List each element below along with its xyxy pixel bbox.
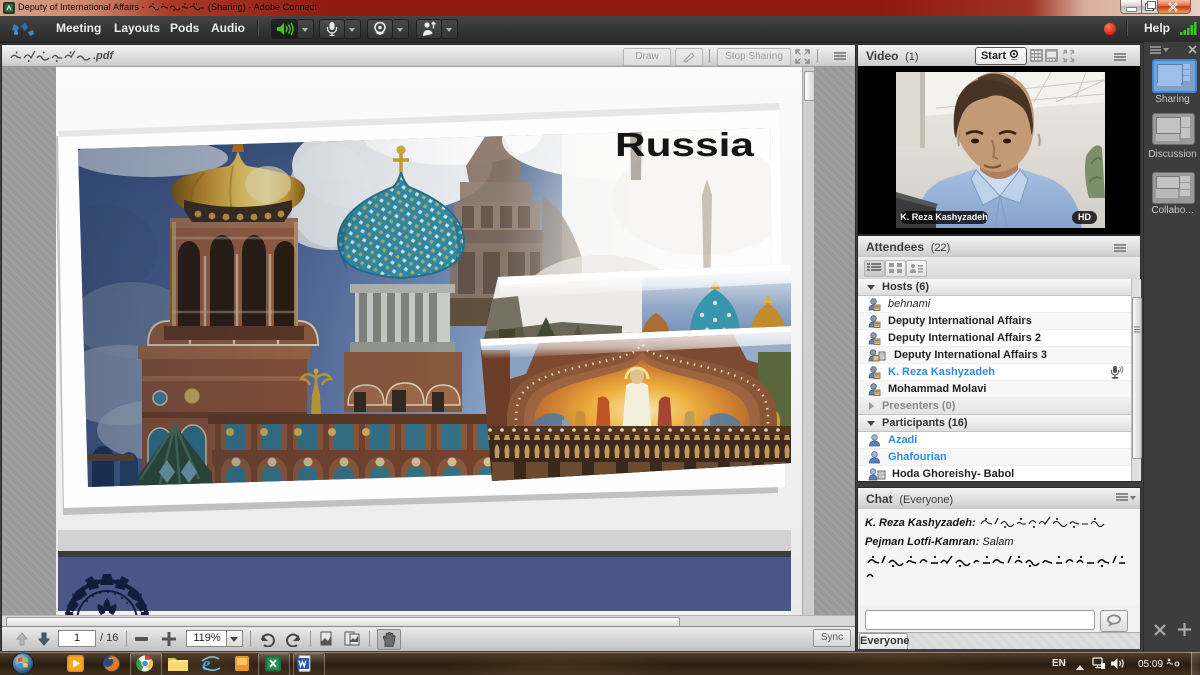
svg-text:Russia: Russia [615,126,755,163]
svg-text:.pdf: .pdf [93,50,114,62]
